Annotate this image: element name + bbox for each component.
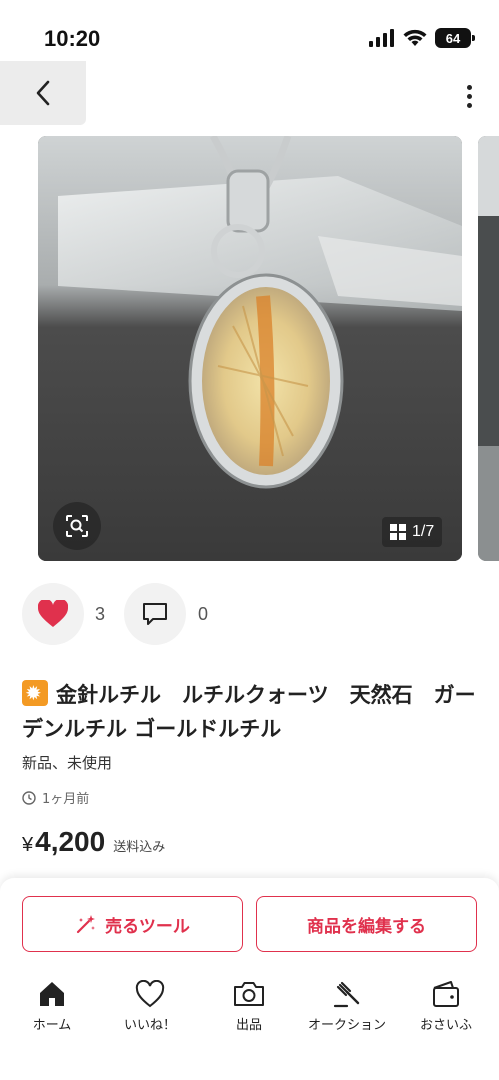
price-currency: ¥ [22, 834, 34, 856]
listed-time: 1ヶ月前 [22, 788, 89, 807]
comment-count: 0 [198, 604, 209, 624]
image-search-icon [66, 515, 88, 537]
clock-icon [22, 790, 36, 805]
edit-item-label: 商品を編集する [307, 916, 426, 937]
more-dot-icon [466, 102, 472, 108]
like-count: 3 [95, 604, 106, 624]
tab-likes[interactable]: いいね！ [105, 970, 195, 1033]
product-image-carousel[interactable] [38, 136, 462, 561]
more-menu-button[interactable] [461, 82, 477, 110]
image-page-counter[interactable]: 1/7 [382, 517, 443, 547]
tab-home[interactable]: ホーム [7, 970, 97, 1033]
tab-likes-label: いいね！ [123, 1018, 176, 1033]
more-dot-icon [466, 84, 472, 90]
sell-tool-label: 売るツール [105, 916, 190, 937]
magic-wand-icon [77, 915, 96, 934]
item-title: 金針ルチル ルチルクォーツ 天然石 ガーデンルチル ゴールドルチル [22, 676, 482, 746]
edit-item-button[interactable]: 商品を編集する [256, 896, 477, 952]
status-icons: 64 [369, 28, 475, 48]
comment-button[interactable] [124, 583, 186, 645]
tab-sell-label: 出品 [235, 1018, 262, 1033]
camera-icon [234, 982, 264, 1006]
status-bar: 10:20 64 [0, 0, 499, 60]
page-counter-text: 1/7 [412, 523, 435, 540]
wifi-icon [403, 29, 427, 46]
item-condition: 新品、未使用 [22, 754, 113, 772]
next-product-image-peek[interactable] [478, 136, 499, 561]
signal-icon [369, 29, 394, 47]
home-icon [40, 982, 64, 1006]
tab-wallet[interactable]: おさいふ [401, 970, 491, 1033]
item-title-text: 金針ルチル ルチルクォーツ 天然石 ガーデンルチル ゴールドルチル [22, 683, 476, 741]
tab-auction-label: オークション [307, 1018, 386, 1033]
back-button[interactable] [0, 61, 86, 125]
more-dot-icon [466, 93, 472, 99]
tab-sell[interactable]: 出品 [204, 970, 294, 1033]
like-button[interactable] [22, 583, 84, 645]
image-search-button[interactable] [53, 502, 101, 550]
listed-time-text: 1ヶ月前 [42, 792, 90, 807]
bottom-tab-bar: ホーム いいね！ 出品 オークション おさいふ [0, 970, 499, 1040]
wallet-icon [433, 981, 459, 1007]
tab-home-label: ホーム [32, 1018, 72, 1033]
gavel-icon [333, 981, 360, 1008]
status-time: 10:20 [44, 26, 101, 51]
tab-wallet-label: おさいふ [419, 1018, 472, 1033]
tab-auction[interactable]: オークション [302, 970, 392, 1033]
sparkle-emoji-icon [22, 676, 48, 710]
comment-icon [143, 603, 167, 625]
shipping-included-note: 送料込み [113, 840, 166, 855]
item-price: ¥ 4,200 送料込み [22, 826, 165, 858]
price-value: 4,200 [35, 826, 106, 857]
next-photo-thumbnail [478, 136, 499, 561]
heart-filled-icon [38, 600, 68, 627]
grid-icon [390, 524, 406, 540]
heart-icon [135, 980, 165, 1008]
sell-tool-button[interactable]: 売るツール [22, 896, 243, 952]
battery-indicator: 64 [435, 28, 475, 48]
product-photo [38, 136, 462, 561]
chevron-left-icon [36, 80, 50, 106]
